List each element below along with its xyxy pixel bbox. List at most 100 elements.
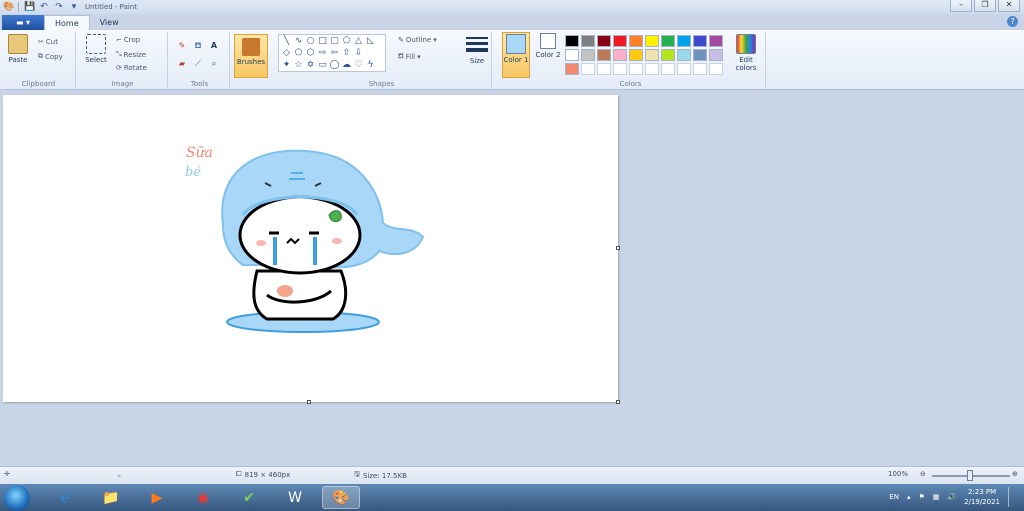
close-button[interactable]: ✕ [998, 0, 1020, 12]
size-label: Size [469, 57, 485, 65]
app-icon[interactable]: ✔ [230, 486, 268, 509]
fill-label: Fill [405, 52, 416, 61]
minus-icon: ⊖ [920, 470, 926, 478]
fill-icon: ⛾ [398, 52, 404, 60]
resize-button[interactable]: ⤡ Resize [116, 50, 146, 59]
image-dimensions-icon: ⧠ [236, 470, 242, 478]
cursor-position: ✛ [4, 470, 10, 478]
canvas-workspace[interactable]: Sữa bé [0, 91, 1024, 466]
tab-home[interactable]: Home [44, 15, 90, 30]
plus-icon: ⊕ [1012, 470, 1018, 478]
selection-size: ⌞ [118, 470, 121, 478]
size-button[interactable]: Size [464, 34, 490, 65]
network-icon[interactable]: ▦ [933, 493, 940, 501]
tab-view[interactable]: View [90, 15, 129, 30]
left-arrow-shape-icon[interactable]: ⇦ [329, 48, 340, 59]
cursor-position-icon: ✛ [4, 470, 10, 478]
show-hidden-icons[interactable]: ▴ [907, 493, 911, 501]
brushes-label: Brushes [236, 58, 266, 66]
drawing-canvas[interactable]: Sữa bé [3, 95, 618, 402]
four-point-star-shape-icon[interactable]: ✦ [281, 60, 292, 71]
help-icon[interactable]: ? [1007, 16, 1018, 27]
redo-icon[interactable]: ↷ [54, 2, 64, 12]
select-button[interactable]: Select [82, 34, 110, 64]
crop-button[interactable]: ⌐ Crop [116, 36, 140, 44]
chevron-down-icon: ▾ [417, 52, 421, 61]
file-explorer-icon[interactable]: 📁 [92, 486, 130, 509]
pentagon-shape-icon[interactable]: ⬠ [293, 48, 304, 59]
resize-handle-corner[interactable] [616, 400, 620, 404]
brushes-button[interactable]: Brushes [234, 34, 268, 78]
curve-shape-icon[interactable]: ∿ [293, 36, 304, 47]
rectangle-shape-icon[interactable]: □ [317, 36, 328, 47]
paint-taskbar-icon[interactable]: 🎨 [322, 486, 360, 509]
chrome-icon[interactable]: ◉ [184, 486, 222, 509]
oval-shape-icon[interactable]: ○ [305, 36, 316, 47]
media-player-icon[interactable]: ▶ [138, 486, 176, 509]
rotate-button[interactable]: ⟳ Rotate [116, 64, 147, 72]
rotate-icon: ⟳ [116, 64, 122, 72]
internet-explorer-icon[interactable]: ℯ [46, 486, 84, 509]
eraser-icon[interactable]: ▰ [176, 58, 188, 70]
magnifier-icon[interactable]: ⌕ [208, 58, 220, 70]
heart-shape-icon[interactable]: ♡ [353, 60, 364, 71]
triangle-shape-icon[interactable]: △ [353, 36, 364, 47]
zoom-in-button[interactable]: ⊕ [1012, 470, 1018, 478]
line-shape-icon[interactable]: ╲ [281, 36, 292, 47]
down-arrow-shape-icon[interactable]: ⇩ [353, 48, 364, 59]
quick-access-toolbar: 🎨 💾 ↶ ↷ ▾ [0, 2, 79, 12]
right-arrow-shape-icon[interactable]: ⇨ [317, 48, 328, 59]
hexagon-shape-icon[interactable]: ⬡ [305, 48, 316, 59]
outline-dropdown[interactable]: ✎ Outline ▾ [398, 36, 437, 44]
oval-callout-shape-icon[interactable]: ◯ [329, 60, 340, 71]
cut-button[interactable]: ✂ Cut [38, 38, 58, 46]
polygon-shape-icon[interactable]: ⬠ [341, 36, 352, 47]
color-picker-icon[interactable]: ⟋ [192, 58, 204, 70]
paint-app-icon: 🎨 [3, 2, 15, 12]
selection-icon [86, 34, 106, 54]
right-triangle-shape-icon[interactable]: ◺ [365, 36, 376, 47]
tools-group: ✎ ⛾ A ▰ ⟋ ⌕ Tools [170, 32, 230, 88]
six-point-star-shape-icon[interactable]: ✡ [305, 60, 316, 71]
diamond-shape-icon[interactable]: ◇ [281, 48, 292, 59]
text-tool-icon[interactable]: A [208, 40, 220, 52]
maximize-button[interactable]: ❐ [974, 0, 996, 12]
copy-button[interactable]: ⧉ Copy [38, 52, 63, 61]
clipboard-group-label: Clipboard [21, 80, 56, 88]
lightning-shape-icon[interactable]: ϟ [365, 60, 376, 71]
zoom-out-button[interactable]: ⊖ [920, 470, 926, 478]
selection-size-icon: ⌞ [118, 470, 122, 478]
five-point-star-shape-icon[interactable]: ☆ [293, 60, 304, 71]
show-desktop-button[interactable] [1008, 487, 1016, 507]
cloud-callout-shape-icon[interactable]: ☁ [341, 60, 352, 71]
flag-icon[interactable]: ⚑ [918, 493, 924, 501]
file-size: 🖫 Size: 17.5KB [354, 470, 407, 481]
word-document-icon[interactable]: W [276, 486, 314, 509]
language-indicator[interactable]: EN [889, 493, 899, 501]
file-menu-button[interactable]: ▬ ▾ [2, 15, 44, 30]
rounded-rect-shape-icon[interactable]: ▢ [329, 36, 340, 47]
resize-icon: ⤡ [116, 50, 122, 58]
customize-toolbar-icon[interactable]: ▾ [69, 2, 79, 12]
up-arrow-shape-icon[interactable]: ⇧ [341, 48, 352, 59]
fill-dropdown[interactable]: ⛾ Fill ▾ [398, 52, 421, 61]
resize-handle-bottom[interactable] [307, 400, 311, 404]
toolbar-separator [18, 2, 19, 12]
clock[interactable]: 2:23 PM 2/19/2021 [964, 487, 1000, 507]
undo-icon[interactable]: ↶ [39, 2, 49, 12]
zoom-level: 100% [888, 470, 908, 478]
fill-bucket-icon[interactable]: ⛾ [192, 40, 204, 52]
paste-button[interactable]: Paste [4, 34, 32, 64]
file-menu-icon: ▬ ▾ [15, 18, 31, 27]
minimize-button[interactable]: – [950, 0, 972, 12]
brush-icon [242, 38, 260, 56]
resize-handle-right[interactable] [616, 246, 620, 250]
hand-drawing [277, 285, 293, 297]
save-icon[interactable]: 💾 [24, 2, 35, 12]
volume-icon[interactable]: 🔊 [947, 493, 956, 501]
zoom-slider-thumb[interactable] [967, 470, 973, 481]
rounded-callout-shape-icon[interactable]: ▭ [317, 60, 328, 71]
start-button[interactable] [4, 485, 30, 511]
pencil-icon[interactable]: ✎ [176, 40, 188, 52]
copy-icon: ⧉ [38, 52, 43, 60]
